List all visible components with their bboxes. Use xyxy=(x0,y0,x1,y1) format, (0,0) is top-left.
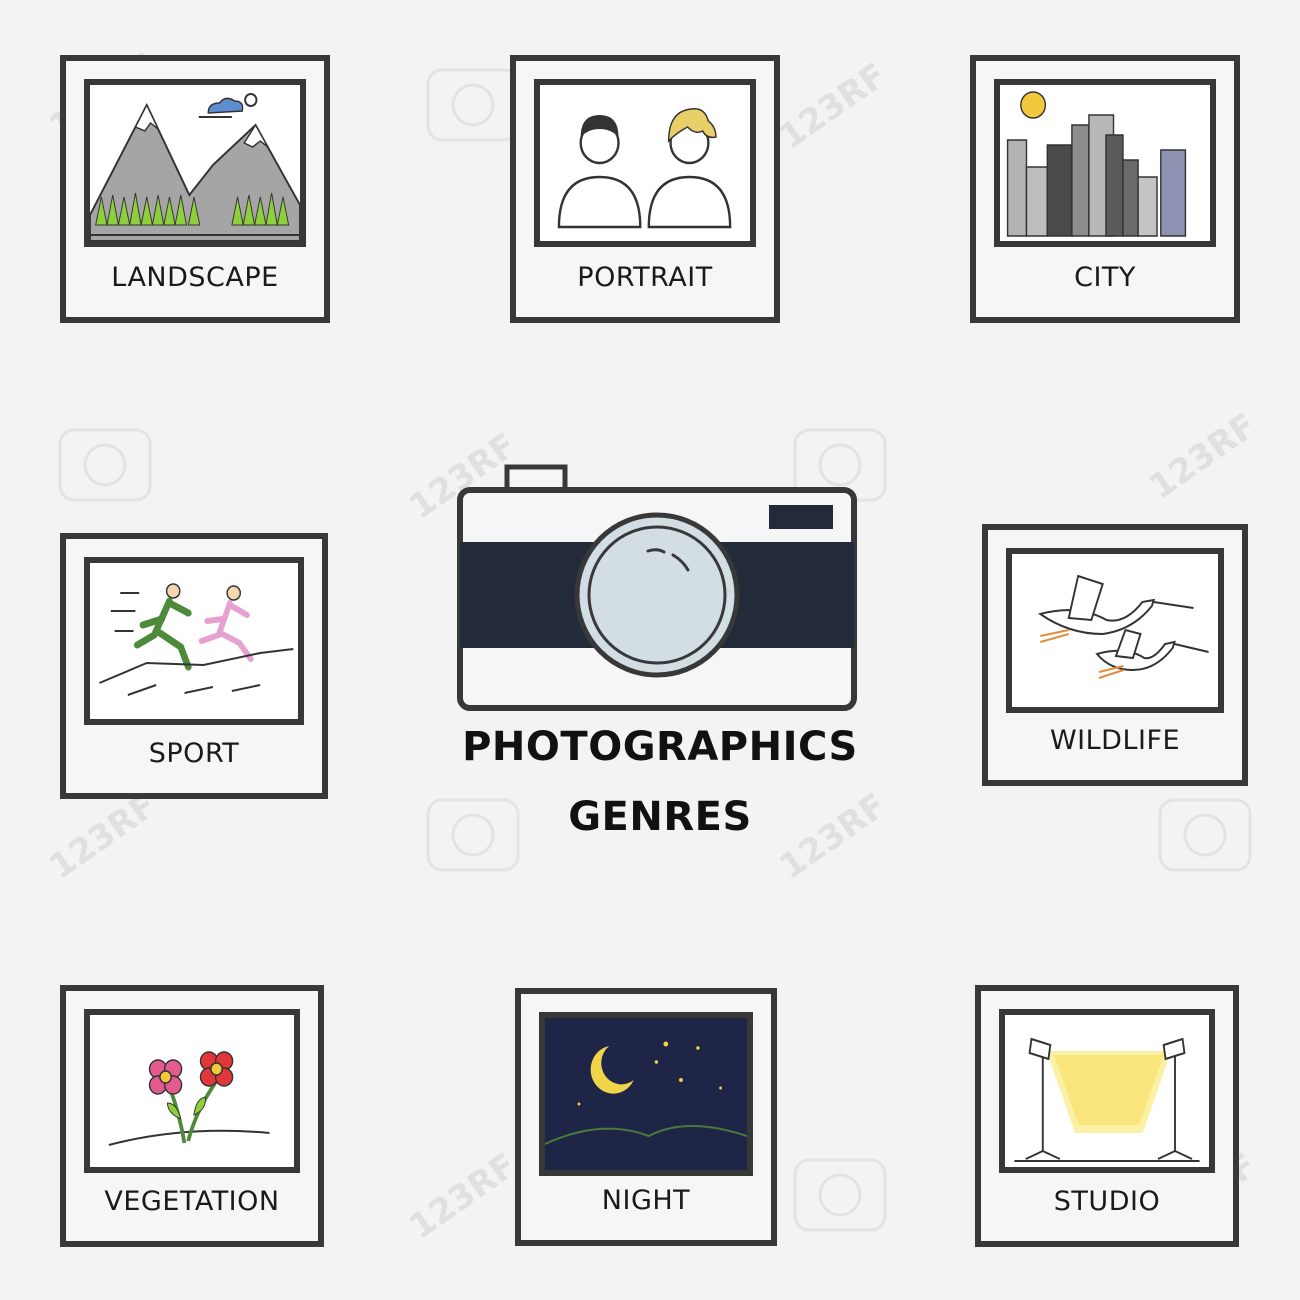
portrait-people-icon xyxy=(557,108,732,229)
label-city: CITY xyxy=(1074,262,1136,293)
title-line-1: PHOTOGRAPHICS xyxy=(462,724,858,770)
label-landscape: LANDSCAPE xyxy=(111,262,279,293)
studio-photo xyxy=(999,1009,1215,1173)
wildlife-photo xyxy=(1006,548,1224,713)
watermark-text: 123RF xyxy=(42,786,164,888)
watermark-camera-icon xyxy=(426,68,520,142)
sport-runners-icon xyxy=(99,583,294,696)
watermark-camera-icon xyxy=(58,428,152,502)
card-landscape: LANDSCAPE xyxy=(60,55,330,323)
wildlife-birds-icon xyxy=(1038,574,1209,679)
card-portrait: PORTRAIT xyxy=(510,55,780,323)
card-night: NIGHT xyxy=(515,988,777,1246)
label-portrait: PORTRAIT xyxy=(577,262,713,293)
card-city: CITY xyxy=(970,55,1240,323)
card-vegetation: VEGETATION xyxy=(60,985,324,1247)
card-wildlife: WILDLIFE xyxy=(982,524,1248,786)
watermark-camera-icon xyxy=(793,1158,887,1232)
label-night: NIGHT xyxy=(601,1185,691,1216)
camera-icon xyxy=(457,464,857,711)
label-studio: STUDIO xyxy=(1053,1186,1161,1217)
city-photo xyxy=(994,79,1216,247)
label-sport: SPORT xyxy=(148,738,240,769)
label-vegetation: VEGETATION xyxy=(104,1186,280,1217)
watermark-text: 123RF xyxy=(772,56,894,158)
city-skyline-icon xyxy=(1006,91,1187,237)
portrait-photo xyxy=(534,79,756,247)
studio-lights-icon xyxy=(1014,1037,1200,1162)
watermark-text: 123RF xyxy=(402,1146,524,1248)
card-sport: SPORT xyxy=(60,533,328,799)
watermark-text: 123RF xyxy=(1142,406,1264,508)
night-photo xyxy=(539,1012,753,1176)
title-line-2: GENRES xyxy=(568,794,752,840)
watermark-camera-icon xyxy=(1158,798,1252,872)
vegetation-photo xyxy=(84,1009,300,1173)
night-moon-icon xyxy=(545,1018,747,1170)
sport-photo xyxy=(84,557,304,725)
card-studio: STUDIO xyxy=(975,985,1239,1247)
label-wildlife: WILDLIFE xyxy=(1049,725,1181,756)
landscape-mountains-icon xyxy=(90,93,300,241)
landscape-photo xyxy=(84,79,306,247)
vegetation-flowers-icon xyxy=(108,1051,270,1146)
